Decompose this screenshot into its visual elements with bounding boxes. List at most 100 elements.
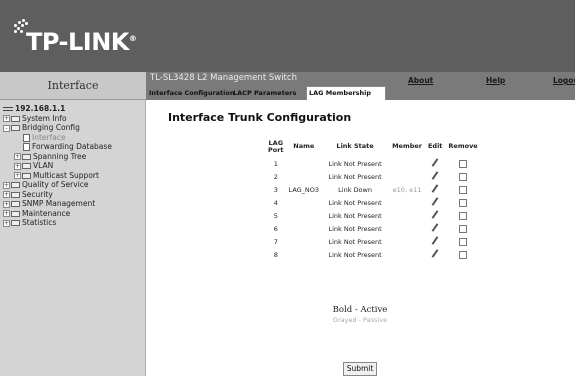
expand-icon[interactable]: + [3,219,10,227]
edit-cell [425,183,445,196]
remove-checkbox[interactable] [459,237,468,246]
edit-pencil-icon[interactable] [431,210,440,219]
about-link[interactable]: About [408,76,433,85]
sidebar-item-system-info[interactable]: + System Info [3,114,143,124]
name-cell [287,196,322,209]
sidebar-item-interface[interactable]: Interface [3,133,143,143]
col-lag-port: LAG Port [268,138,284,154]
folder-icon [11,191,20,198]
sidebar-item-label: Spanning Tree [33,151,87,161]
edit-pencil-icon[interactable] [431,197,440,206]
link-state-cell: Link Not Present [328,159,382,168]
expand-icon[interactable]: + [3,210,10,217]
remove-cell [445,222,480,235]
name-cell [287,222,322,235]
sidebar-item-192-168-1-1[interactable]: 192.168.1.1 [3,104,143,114]
sidebar-item-label: Multicast Support [33,170,99,180]
submit-button[interactable]: Submit [343,362,377,376]
lag-port-cell: 7 [273,237,278,246]
expand-icon[interactable]: + [14,153,21,160]
edit-pencil-icon[interactable] [431,171,440,180]
sidebar-item-label: Quality of Service [22,180,89,189]
edit-cell [425,157,445,170]
remove-checkbox[interactable] [459,224,468,233]
link-state-cell: Link Down [338,185,372,194]
remove-checkbox[interactable] [459,159,468,168]
folder-icon [11,182,20,188]
sidebar-item-label: VLAN [33,161,54,170]
edit-pencil-icon[interactable] [431,184,440,193]
remove-cell [445,183,480,196]
device-name: TL-SL3428 L2 Management Switch [150,73,297,83]
sidebar-item-forwarding-database[interactable]: Forwarding Database [3,142,143,152]
col-link-state: Link State [336,142,374,151]
lag-port-cell: 6 [273,224,278,233]
page-title: Interface Trunk Configuration [168,111,352,124]
logout-link[interactable]: Logou [553,76,575,85]
sidebar-item-label: System Info [22,113,67,123]
remove-checkbox[interactable] [459,185,468,194]
expand-icon[interactable]: + [14,172,21,179]
remove-checkbox[interactable] [459,250,468,259]
sidebar-item-bridging-config[interactable]: - Bridging Config [3,123,143,133]
sidebar-item-statistics[interactable]: + Statistics [3,218,143,228]
remove-checkbox[interactable] [459,172,468,181]
tab-interface-configuration[interactable]: Interface Configuration [147,87,237,100]
col-member: Member [392,142,422,151]
tab-lag-membership[interactable]: LAG Membership [306,86,386,101]
expand-icon[interactable]: + [14,162,21,170]
sidebar-item-vlan[interactable]: + VLAN [3,161,143,171]
edit-pencil-icon[interactable] [431,223,440,232]
table-row: 8 Link Not Present [265,248,481,261]
lag-port-cell: 3 [273,185,278,194]
link-state-cell: Link Not Present [328,198,382,207]
root-icon [3,107,13,111]
remove-cell [445,157,480,170]
sidebar-item-spanning-tree[interactable]: + Spanning Tree [3,152,143,162]
expand-icon[interactable]: + [3,200,10,208]
sidebar-item-maintenance[interactable]: + Maintenance [3,209,143,219]
expand-icon[interactable]: + [3,191,10,198]
folder-icon [22,153,31,160]
expand-icon[interactable]: + [3,115,10,122]
remove-checkbox[interactable] [459,198,468,207]
member-cell [389,157,425,170]
sidebar-item-label: Statistics [22,218,57,227]
lag-port-cell: 5 [273,211,278,220]
help-link[interactable]: Help [486,76,505,85]
remove-cell [445,196,480,209]
col-edit: Edit [427,142,443,151]
edit-cell [425,209,445,222]
sidebar-item-snmp-management[interactable]: + SNMP Management [3,199,143,209]
col-name: Name [293,142,315,151]
section-title: Interface [0,72,146,100]
sidebar-item-multicast-support[interactable]: + Multicast Support [3,171,143,181]
legend-active: Bold - Active [332,305,388,315]
folder-icon [11,220,20,226]
document-icon [23,133,30,142]
edit-pencil-icon[interactable] [431,158,440,167]
link-state-cell: Link Not Present [328,250,382,259]
header-banner: TP-LINK® [0,0,575,72]
sidebar-item-label: SNMP Management [22,199,96,208]
remove-checkbox[interactable] [459,211,468,220]
member-cell [389,235,425,248]
sidebar-item-quality-of-service[interactable]: + Quality of Service [3,180,143,190]
edit-pencil-icon[interactable] [431,236,440,245]
tab-lacp-parameters[interactable]: LACP Parameters [231,87,298,100]
collapse-icon[interactable]: - [3,124,10,132]
table-row: 2 Link Not Present [265,170,481,183]
link-state-cell: Link Not Present [328,172,382,181]
expand-icon[interactable]: + [3,181,10,189]
edit-cell [425,196,445,209]
trunk-table: LAG Port Name Link State Member Edit Remo… [265,137,481,261]
remove-cell [445,209,480,222]
folder-icon [11,115,20,122]
col-remove: Remove [448,142,478,151]
sidebar-item-security[interactable]: + Security [3,190,143,200]
folder-icon [22,163,31,169]
edit-pencil-icon[interactable] [431,249,440,258]
name-cell [287,235,322,248]
member-cell: e10, e11 [392,185,422,194]
edit-cell [425,222,445,235]
